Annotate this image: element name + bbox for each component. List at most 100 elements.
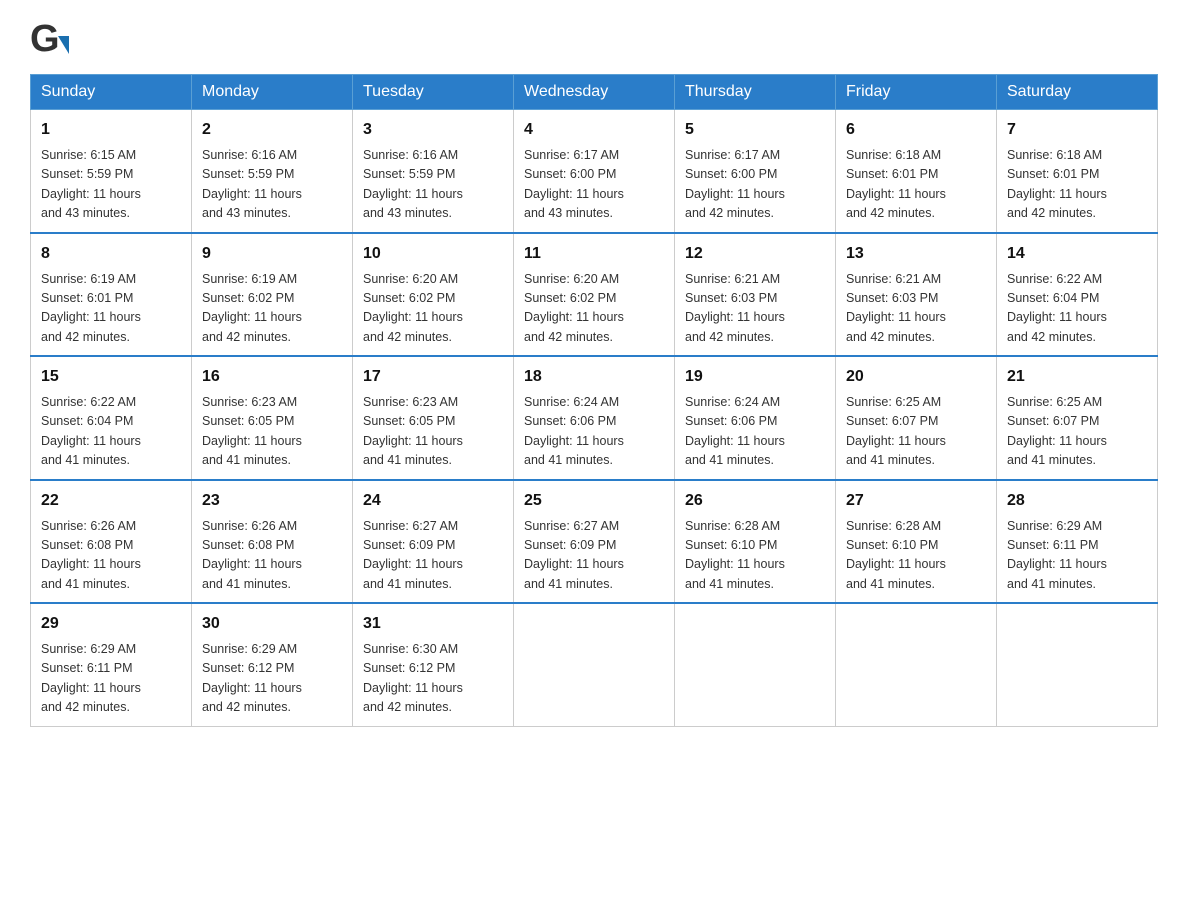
day-info: Sunrise: 6:29 AMSunset: 6:12 PMDaylight:…	[202, 640, 342, 718]
day-info: Sunrise: 6:27 AMSunset: 6:09 PMDaylight:…	[524, 517, 664, 595]
calendar-cell: 26Sunrise: 6:28 AMSunset: 6:10 PMDayligh…	[675, 480, 836, 604]
calendar-cell: 6 Sunrise: 6:18 AMSunset: 6:01 PMDaylight…	[836, 110, 997, 233]
day-number: 28	[1007, 489, 1147, 513]
logo-g-letter: G	[30, 20, 60, 58]
day-info: Sunrise: 6:29 AMSunset: 6:11 PMDaylight:…	[1007, 517, 1147, 595]
day-info: Sunrise: 6:23 AMSunset: 6:05 PMDaylight:…	[363, 393, 503, 471]
day-info: Sunrise: 6:20 AMSunset: 6:02 PMDaylight:…	[363, 270, 503, 348]
calendar-cell: 15Sunrise: 6:22 AMSunset: 6:04 PMDayligh…	[31, 356, 192, 480]
page-header: G	[30, 20, 1158, 58]
day-number: 6	[846, 118, 986, 142]
calendar-cell: 27 Sunrise: 6:28 AMSunset: 6:10 PMDayligh…	[836, 480, 997, 604]
day-number: 8	[41, 242, 181, 266]
day-info: Sunrise: 6:16 AMSunset: 5:59 PMDaylight:…	[363, 146, 503, 224]
calendar-cell: 7 Sunrise: 6:18 AMSunset: 6:01 PMDaylight…	[997, 110, 1158, 233]
day-number: 13	[846, 242, 986, 266]
day-info: Sunrise: 6:19 AMSunset: 6:01 PMDaylight:…	[41, 270, 181, 348]
day-number: 25	[524, 489, 664, 513]
day-number: 14	[1007, 242, 1147, 266]
calendar-cell: 22Sunrise: 6:26 AMSunset: 6:08 PMDayligh…	[31, 480, 192, 604]
weekday-header-monday: Monday	[192, 75, 353, 110]
day-number: 10	[363, 242, 503, 266]
day-info: Sunrise: 6:25 AMSunset: 6:07 PMDaylight:…	[846, 393, 986, 471]
day-number: 23	[202, 489, 342, 513]
day-info: Sunrise: 6:22 AMSunset: 6:04 PMDaylight:…	[1007, 270, 1147, 348]
day-number: 17	[363, 365, 503, 389]
day-number: 11	[524, 242, 664, 266]
day-info: Sunrise: 6:19 AMSunset: 6:02 PMDaylight:…	[202, 270, 342, 348]
day-number: 5	[685, 118, 825, 142]
calendar-cell: 12 Sunrise: 6:21 AMSunset: 6:03 PMDayligh…	[675, 233, 836, 357]
day-number: 26	[685, 489, 825, 513]
day-info: Sunrise: 6:28 AMSunset: 6:10 PMDaylight:…	[846, 517, 986, 595]
week-row-5: 29Sunrise: 6:29 AMSunset: 6:11 PMDayligh…	[31, 603, 1158, 726]
day-info: Sunrise: 6:18 AMSunset: 6:01 PMDaylight:…	[846, 146, 986, 224]
calendar-cell: 30 Sunrise: 6:29 AMSunset: 6:12 PMDayligh…	[192, 603, 353, 726]
calendar-cell: 3 Sunrise: 6:16 AMSunset: 5:59 PMDaylight…	[353, 110, 514, 233]
calendar-cell: 1Sunrise: 6:15 AMSunset: 5:59 PMDaylight…	[31, 110, 192, 233]
calendar-cell: 2 Sunrise: 6:16 AMSunset: 5:59 PMDaylight…	[192, 110, 353, 233]
day-number: 31	[363, 612, 503, 636]
calendar-cell	[675, 603, 836, 726]
day-info: Sunrise: 6:17 AMSunset: 6:00 PMDaylight:…	[524, 146, 664, 224]
day-number: 27	[846, 489, 986, 513]
calendar-cell: 4 Sunrise: 6:17 AMSunset: 6:00 PMDaylight…	[514, 110, 675, 233]
calendar-cell: 25 Sunrise: 6:27 AMSunset: 6:09 PMDayligh…	[514, 480, 675, 604]
weekday-header-tuesday: Tuesday	[353, 75, 514, 110]
calendar-cell: 19 Sunrise: 6:24 AMSunset: 6:06 PMDayligh…	[675, 356, 836, 480]
day-number: 4	[524, 118, 664, 142]
calendar-cell: 20 Sunrise: 6:25 AMSunset: 6:07 PMDayligh…	[836, 356, 997, 480]
day-number: 1	[41, 118, 181, 142]
day-info: Sunrise: 6:20 AMSunset: 6:02 PMDaylight:…	[524, 270, 664, 348]
calendar-cell: 29Sunrise: 6:29 AMSunset: 6:11 PMDayligh…	[31, 603, 192, 726]
calendar-cell: 28 Sunrise: 6:29 AMSunset: 6:11 PMDayligh…	[997, 480, 1158, 604]
day-info: Sunrise: 6:23 AMSunset: 6:05 PMDaylight:…	[202, 393, 342, 471]
day-info: Sunrise: 6:26 AMSunset: 6:08 PMDaylight:…	[41, 517, 181, 595]
weekday-header-row: SundayMondayTuesdayWednesdayThursdayFrid…	[31, 75, 1158, 110]
day-info: Sunrise: 6:21 AMSunset: 6:03 PMDaylight:…	[846, 270, 986, 348]
day-info: Sunrise: 6:26 AMSunset: 6:08 PMDaylight:…	[202, 517, 342, 595]
calendar-cell: 8 Sunrise: 6:19 AMSunset: 6:01 PMDaylight…	[31, 233, 192, 357]
day-info: Sunrise: 6:29 AMSunset: 6:11 PMDaylight:…	[41, 640, 181, 718]
calendar-cell: 18 Sunrise: 6:24 AMSunset: 6:06 PMDayligh…	[514, 356, 675, 480]
calendar-cell: 31 Sunrise: 6:30 AMSunset: 6:12 PMDayligh…	[353, 603, 514, 726]
day-number: 19	[685, 365, 825, 389]
calendar-cell: 24Sunrise: 6:27 AMSunset: 6:09 PMDayligh…	[353, 480, 514, 604]
weekday-header-thursday: Thursday	[675, 75, 836, 110]
day-number: 16	[202, 365, 342, 389]
week-row-2: 8 Sunrise: 6:19 AMSunset: 6:01 PMDaylight…	[31, 233, 1158, 357]
weekday-header-wednesday: Wednesday	[514, 75, 675, 110]
calendar-cell: 10 Sunrise: 6:20 AMSunset: 6:02 PMDayligh…	[353, 233, 514, 357]
logo: G	[30, 20, 73, 58]
weekday-header-saturday: Saturday	[997, 75, 1158, 110]
day-number: 7	[1007, 118, 1147, 142]
day-info: Sunrise: 6:16 AMSunset: 5:59 PMDaylight:…	[202, 146, 342, 224]
calendar-cell: 16 Sunrise: 6:23 AMSunset: 6:05 PMDayligh…	[192, 356, 353, 480]
day-number: 21	[1007, 365, 1147, 389]
day-info: Sunrise: 6:27 AMSunset: 6:09 PMDaylight:…	[363, 517, 503, 595]
day-number: 12	[685, 242, 825, 266]
day-info: Sunrise: 6:24 AMSunset: 6:06 PMDaylight:…	[685, 393, 825, 471]
calendar-table: SundayMondayTuesdayWednesdayThursdayFrid…	[30, 74, 1158, 727]
calendar-cell: 23 Sunrise: 6:26 AMSunset: 6:08 PMDayligh…	[192, 480, 353, 604]
logo-arrow-icon	[58, 36, 69, 54]
day-number: 15	[41, 365, 181, 389]
logo-icon: G	[30, 20, 69, 58]
day-number: 2	[202, 118, 342, 142]
day-info: Sunrise: 6:18 AMSunset: 6:01 PMDaylight:…	[1007, 146, 1147, 224]
day-info: Sunrise: 6:17 AMSunset: 6:00 PMDaylight:…	[685, 146, 825, 224]
calendar-cell: 13 Sunrise: 6:21 AMSunset: 6:03 PMDayligh…	[836, 233, 997, 357]
calendar-cell: 9Sunrise: 6:19 AMSunset: 6:02 PMDaylight…	[192, 233, 353, 357]
day-number: 20	[846, 365, 986, 389]
day-info: Sunrise: 6:21 AMSunset: 6:03 PMDaylight:…	[685, 270, 825, 348]
day-number: 18	[524, 365, 664, 389]
calendar-cell: 21 Sunrise: 6:25 AMSunset: 6:07 PMDayligh…	[997, 356, 1158, 480]
day-number: 3	[363, 118, 503, 142]
calendar-cell	[836, 603, 997, 726]
weekday-header-friday: Friday	[836, 75, 997, 110]
week-row-1: 1Sunrise: 6:15 AMSunset: 5:59 PMDaylight…	[31, 110, 1158, 233]
day-info: Sunrise: 6:24 AMSunset: 6:06 PMDaylight:…	[524, 393, 664, 471]
day-number: 30	[202, 612, 342, 636]
day-info: Sunrise: 6:25 AMSunset: 6:07 PMDaylight:…	[1007, 393, 1147, 471]
day-info: Sunrise: 6:30 AMSunset: 6:12 PMDaylight:…	[363, 640, 503, 718]
